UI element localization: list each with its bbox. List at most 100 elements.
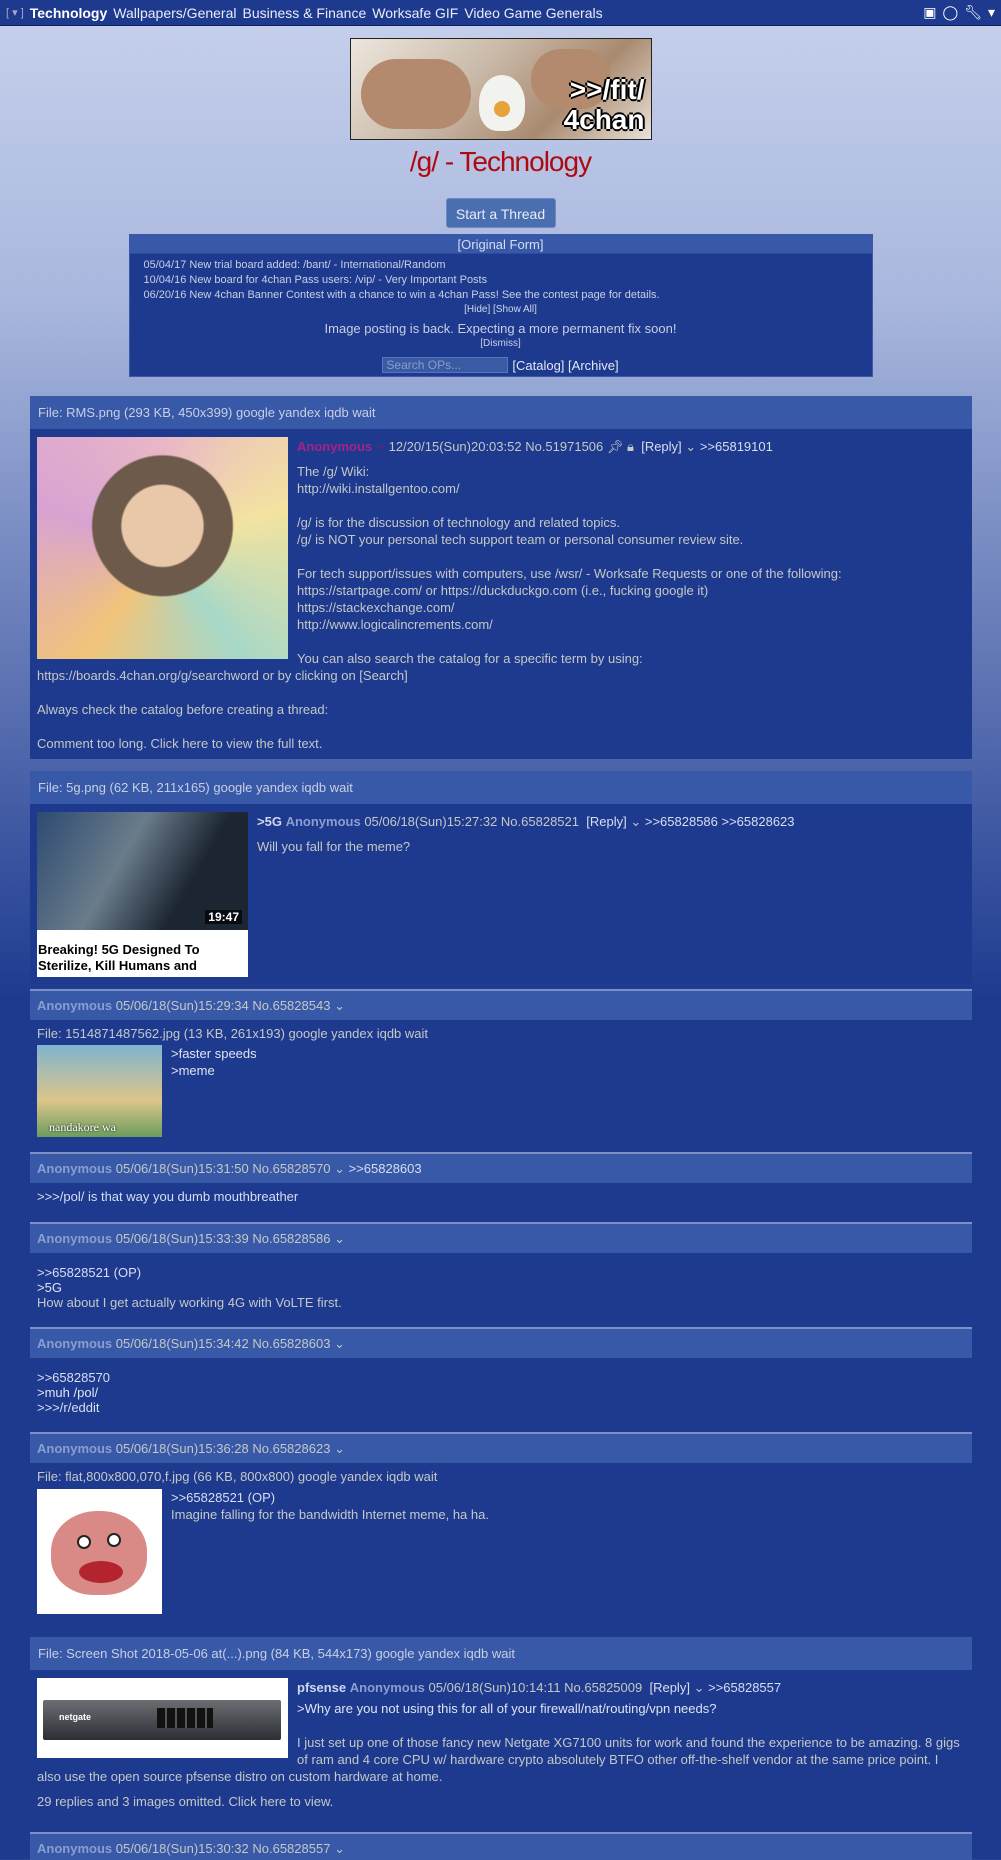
post-datetime[interactable]: 05/06/18(Sun)15:36:28 No.65828623	[116, 1441, 331, 1456]
post-datetime[interactable]: 05/06/18(Sun)15:33:39 No.65828586	[116, 1231, 331, 1246]
reply-link[interactable]: [Reply]	[649, 1680, 689, 1695]
msg-line: Always check the catalog before creating…	[37, 702, 329, 717]
comment-too-long[interactable]: Comment too long. Click here to view the…	[37, 735, 965, 752]
hide-show-links[interactable]: [Hide] [Show All]	[130, 304, 872, 315]
nav-board-current[interactable]: Technology	[30, 5, 108, 21]
backlinks[interactable]: >>65828586 >>65828623	[645, 814, 795, 829]
poster-name: Anonymous	[37, 1161, 113, 1176]
post-subject: pfsense	[297, 1680, 347, 1695]
poster-name: Anonymous	[285, 814, 361, 829]
flat-face-thumbnail[interactable]	[37, 1489, 162, 1614]
post-datetime[interactable]: 05/06/18(Sun)15:27:32 No.65828521	[364, 814, 579, 829]
news-list: 05/04/17 New trial board added: /bant/ -…	[130, 254, 872, 303]
nav-link-business[interactable]: Business & Finance	[243, 5, 367, 21]
post-menu-chevron-icon[interactable]: ⌄	[334, 998, 345, 1013]
nav-link-worksafe-gif[interactable]: Worksafe GIF	[372, 5, 458, 21]
reply-link[interactable]: [Reply]	[641, 439, 681, 454]
post-subject: >5G	[257, 814, 282, 829]
backlink[interactable]: >>65828557	[708, 1680, 781, 1695]
scooby-thumbnail[interactable]: nandakore wa	[37, 1045, 162, 1137]
file-info[interactable]: File: Screen Shot 2018-05-06 at(...).png…	[30, 1637, 972, 1670]
video-caption: Breaking! 5G Designed To Sterilize, Kill…	[38, 942, 200, 973]
file-info[interactable]: File: flat,800x800,070,f.jpg (66 KB, 800…	[37, 1469, 965, 1484]
catalog-archive-links[interactable]: [Catalog] [Archive]	[512, 358, 618, 373]
banner-text-line2: 4chan	[563, 104, 645, 135]
top-nav-bar: [ ▾ ] Technology Wallpapers/General Busi…	[0, 0, 1001, 26]
dismiss-link[interactable]: [Dismiss]	[130, 338, 872, 349]
reply-post: Anonymous 05/06/18(Sun)15:36:28 No.65828…	[30, 1432, 972, 1623]
wrench-icon[interactable]: 🔧︎	[964, 4, 982, 21]
quote-link[interactable]: >>65828521 (OP)	[37, 1489, 965, 1506]
news-item[interactable]: 06/20/16 New 4chan Banner Contest with a…	[144, 288, 858, 303]
file-info[interactable]: File: 1514871487562.jpg (13 KB, 261x193)…	[37, 1026, 965, 1041]
post-menu-chevron-icon[interactable]: ⌄	[334, 1231, 345, 1246]
board-list-toggle[interactable]: [ ▾ ]	[6, 6, 24, 19]
post-menu-chevron-icon[interactable]: ⌄	[334, 1161, 345, 1176]
news-item[interactable]: 10/04/16 New board for 4chan Pass users:…	[144, 273, 858, 288]
rms-thumbnail[interactable]	[37, 437, 288, 659]
post-datetime[interactable]: 05/06/18(Sun)15:30:32 No.65828557	[116, 1841, 331, 1856]
chevron-down-icon[interactable]: ▾	[988, 4, 995, 21]
video-thumbnail[interactable]: 19:47 Breaking! 5G Designed To Sterilize…	[37, 812, 248, 977]
cross-board-link[interactable]: >>>/pol/ is that way you dumb mouthbreat…	[37, 1189, 965, 1204]
post-menu-chevron-icon[interactable]: ⌄	[334, 1841, 345, 1856]
post-menu-chevron-icon[interactable]: ⌄	[334, 1336, 345, 1351]
reply-post: Anonymous 05/06/18(Sun)15:31:50 No.65828…	[30, 1152, 972, 1215]
reply-post: Anonymous 05/06/18(Sun)15:33:39 No.65828…	[30, 1222, 972, 1325]
thumb-caption: nandakore wa	[49, 1120, 116, 1134]
thumb-brand: netgate	[59, 1712, 92, 1722]
reply-post: Anonymous 05/06/18(Sun)15:34:42 No.65828…	[30, 1327, 972, 1428]
pin-icon: 📌︎	[606, 439, 624, 454]
poster-name: Anonymous	[37, 1441, 113, 1456]
announcement-box: [Original Form] 05/04/17 New trial board…	[128, 234, 873, 377]
board-title: /g/ - Technology	[409, 146, 592, 177]
nav-link-wallpapers[interactable]: Wallpapers/General	[113, 5, 236, 21]
msg-line: Imagine falling for the bandwidth Intern…	[171, 1507, 489, 1522]
greentext: >muh /pol/	[37, 1385, 99, 1400]
chat-bubble-icon[interactable]: ◯	[943, 4, 959, 21]
reply-link[interactable]: [Reply]	[586, 814, 626, 829]
quote-link[interactable]: >>65828521 (OP)	[37, 1265, 965, 1280]
greentext: >5G	[37, 1280, 62, 1295]
reply-post: Anonymous 05/06/18(Sun)15:30:32 No.65828…	[30, 1832, 972, 1860]
post-datetime[interactable]: 05/06/18(Sun)10:14:11 No.65825009	[429, 1680, 643, 1695]
omitted-notice[interactable]: 29 replies and 3 images omitted. Click h…	[37, 1793, 965, 1810]
post-datetime[interactable]: 12/20/15(Sun)20:03:52 No.51971506	[389, 439, 604, 454]
news-item[interactable]: 05/04/17 New trial board added: /bant/ -…	[144, 258, 858, 273]
poster-name: Anonymous	[349, 1680, 425, 1695]
netgate-thumbnail[interactable]: netgate	[37, 1678, 288, 1758]
poster-name: Anonymous	[37, 1336, 113, 1351]
greentext: >meme	[171, 1063, 215, 1078]
post-datetime[interactable]: 05/06/18(Sun)15:31:50 No.65828570	[116, 1161, 331, 1176]
post-datetime[interactable]: 05/06/18(Sun)15:34:42 No.65828603	[116, 1336, 331, 1351]
lock-icon: 🔒︎	[627, 439, 634, 454]
greentext: >faster speeds	[171, 1046, 257, 1061]
file-info[interactable]: File: 5g.png (62 KB, 211x165) google yan…	[30, 771, 972, 804]
id-icon: ⁘	[375, 442, 385, 454]
search-ops-input[interactable]	[382, 357, 509, 373]
board-banner[interactable]: >>/fit/ 4chan	[349, 38, 652, 140]
original-form-link[interactable]: [Original Form]	[129, 235, 872, 254]
poster-name: Anonymous	[37, 1841, 113, 1856]
sticky-thread: File: RMS.png (293 KB, 450x399) google y…	[30, 396, 972, 759]
banner-text-line1: >>/fit/	[569, 74, 645, 105]
gallery-icon[interactable]: ▣	[923, 4, 936, 21]
thread-pfsense: File: Screen Shot 2018-05-06 at(...).png…	[30, 1637, 972, 1836]
file-info[interactable]: File: RMS.png (293 KB, 450x399) google y…	[30, 396, 972, 429]
backlink[interactable]: >>65819101	[700, 439, 773, 454]
post-datetime[interactable]: 05/06/18(Sun)15:29:34 No.65828543	[116, 998, 331, 1013]
post-menu-chevron-icon[interactable]: ⌄	[685, 439, 696, 454]
thread-5g: File: 5g.png (62 KB, 211x165) google yan…	[30, 771, 972, 984]
backlink[interactable]: >>65828603	[349, 1161, 422, 1176]
nav-link-video-game-generals[interactable]: Video Game Generals	[464, 5, 602, 21]
post-menu-chevron-icon[interactable]: ⌄	[694, 1680, 705, 1695]
quote-link[interactable]: >>65828570	[37, 1370, 965, 1385]
start-thread-button[interactable]: Start a Thread	[445, 198, 556, 228]
poster-name: Anonymous	[37, 998, 113, 1013]
cross-board-link[interactable]: >>>/r/eddit	[37, 1400, 965, 1415]
global-message: Image posting is back. Expecting a more …	[324, 321, 677, 336]
msg-line: https://boards.4chan.org/g/searchword or…	[37, 668, 408, 683]
post-menu-chevron-icon[interactable]: ⌄	[630, 814, 641, 829]
post-menu-chevron-icon[interactable]: ⌄	[334, 1441, 345, 1456]
msg-line: How about I get actually working 4G with…	[37, 1295, 342, 1310]
